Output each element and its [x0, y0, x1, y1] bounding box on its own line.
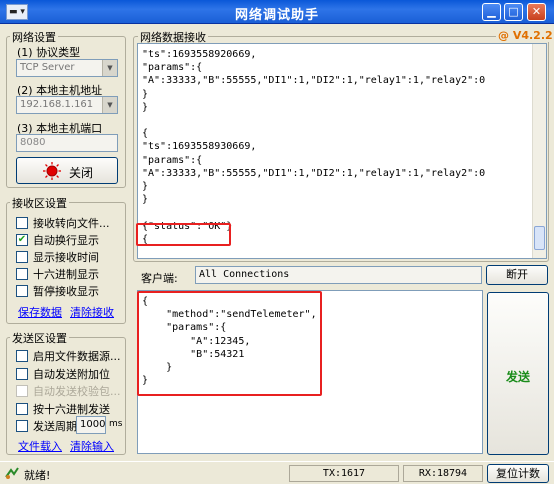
checkbox-icon[interactable]: [16, 285, 28, 297]
toggle-label: 关闭: [69, 166, 94, 180]
send-option-label: 按十六进制发送: [33, 402, 110, 416]
client-value: All Connections: [199, 269, 290, 280]
receive-option[interactable]: ✔ 自动换行显示: [16, 232, 99, 248]
host-select[interactable]: 192.168.1.161 ▼: [16, 96, 118, 114]
checkbox-icon[interactable]: [16, 217, 28, 229]
client-select[interactable]: All Connections: [195, 266, 482, 284]
connect-toggle-button[interactable]: 关闭: [16, 157, 118, 184]
network-settings-title: 网络设置: [10, 29, 58, 45]
highlight-status-box: [136, 223, 231, 246]
highlight-send-box: [137, 291, 322, 396]
receive-option-label: 十六进制显示: [33, 268, 99, 281]
host-value: 192.168.1.161: [20, 99, 94, 110]
receive-option-label: 暂停接收显示: [33, 285, 99, 298]
checkmark-icon[interactable]: ✔: [16, 234, 28, 246]
protocol-label: (1) 协议类型: [17, 46, 81, 59]
send-period-unit: ms: [109, 419, 123, 429]
reset-count-button[interactable]: 复位计数: [487, 464, 549, 483]
scroll-thumb[interactable]: [534, 226, 545, 250]
disconnect-button[interactable]: 断开: [486, 265, 548, 285]
status-ready: 就绪!: [24, 469, 51, 482]
send-period-label: 发送周期: [33, 420, 77, 433]
send-button-label: 发送: [505, 370, 530, 384]
status-bar: 就绪! TX:1617 RX:18794 复位计数: [0, 461, 554, 484]
version-label: @ V4.2.2: [496, 29, 554, 42]
receive-option[interactable]: 十六进制显示: [16, 266, 99, 282]
checkbox-icon[interactable]: [16, 251, 28, 263]
maximize-button[interactable]: □: [504, 3, 523, 21]
send-option-label: 自动发送附加位: [33, 367, 110, 381]
send-option[interactable]: 自动发送附加位: [16, 366, 110, 382]
receive-option-label: 接收转向文件...: [33, 217, 110, 230]
send-button[interactable]: 发送: [487, 292, 549, 455]
chevron-down-icon[interactable]: ▼: [102, 97, 117, 113]
port-input[interactable]: 8080: [16, 134, 118, 152]
checkbox-icon[interactable]: [16, 402, 28, 415]
clear-input-link[interactable]: 清除输入: [70, 438, 114, 454]
receive-option[interactable]: 接收转向文件...: [16, 215, 110, 231]
receive-option[interactable]: 显示接收时间: [16, 249, 99, 265]
file-load-link[interactable]: 文件载入: [18, 438, 62, 454]
checkbox-icon[interactable]: [16, 268, 28, 280]
save-data-link[interactable]: 保存数据: [18, 304, 62, 320]
close-window-button[interactable]: ✕: [527, 3, 546, 21]
protocol-select[interactable]: TCP Server ▼: [16, 59, 118, 77]
checkbox-icon[interactable]: [16, 367, 28, 380]
send-option[interactable]: 启用文件数据源...: [16, 348, 121, 364]
checkbox-icon[interactable]: [16, 350, 28, 362]
window-title: 网络调试助手: [234, 8, 319, 23]
clear-receive-link[interactable]: 清除接收: [70, 304, 114, 320]
chevron-down-icon[interactable]: ▼: [102, 60, 117, 76]
checkbox-icon: [16, 385, 28, 397]
title-bar: ▬ ▾ 网络调试助手 ▁ □ ✕: [0, 0, 554, 24]
receive-option[interactable]: 暂停接收显示: [16, 283, 99, 299]
send-period-checkbox[interactable]: 发送周期: [16, 418, 77, 434]
send-option: 自动发送校验包...: [16, 383, 121, 399]
receive-scrollbar[interactable]: [532, 44, 546, 258]
send-option-label: 启用文件数据源...: [33, 350, 121, 363]
protocol-value: TCP Server: [20, 62, 75, 73]
send-settings-title: 发送区设置: [10, 330, 69, 346]
receive-option-label: 自动换行显示: [33, 234, 99, 247]
tx-counter: TX:1617: [289, 465, 399, 482]
send-option-label: 自动发送校验包...: [33, 385, 121, 398]
minimize-button[interactable]: ▁: [482, 3, 501, 21]
send-option[interactable]: 按十六进制发送: [16, 401, 110, 417]
rx-counter: RX:18794: [403, 465, 483, 482]
receive-settings-title: 接收区设置: [10, 195, 69, 211]
receive-option-label: 显示接收时间: [33, 251, 99, 264]
status-light-icon: [43, 162, 61, 180]
client-label: 客户端:: [141, 272, 178, 285]
send-period-input[interactable]: 1000: [76, 416, 106, 434]
receive-text: "ts":1693558920669, "params":{ "A":33333…: [142, 49, 486, 245]
ready-icon: [5, 467, 19, 479]
checkbox-icon[interactable]: [16, 420, 28, 432]
